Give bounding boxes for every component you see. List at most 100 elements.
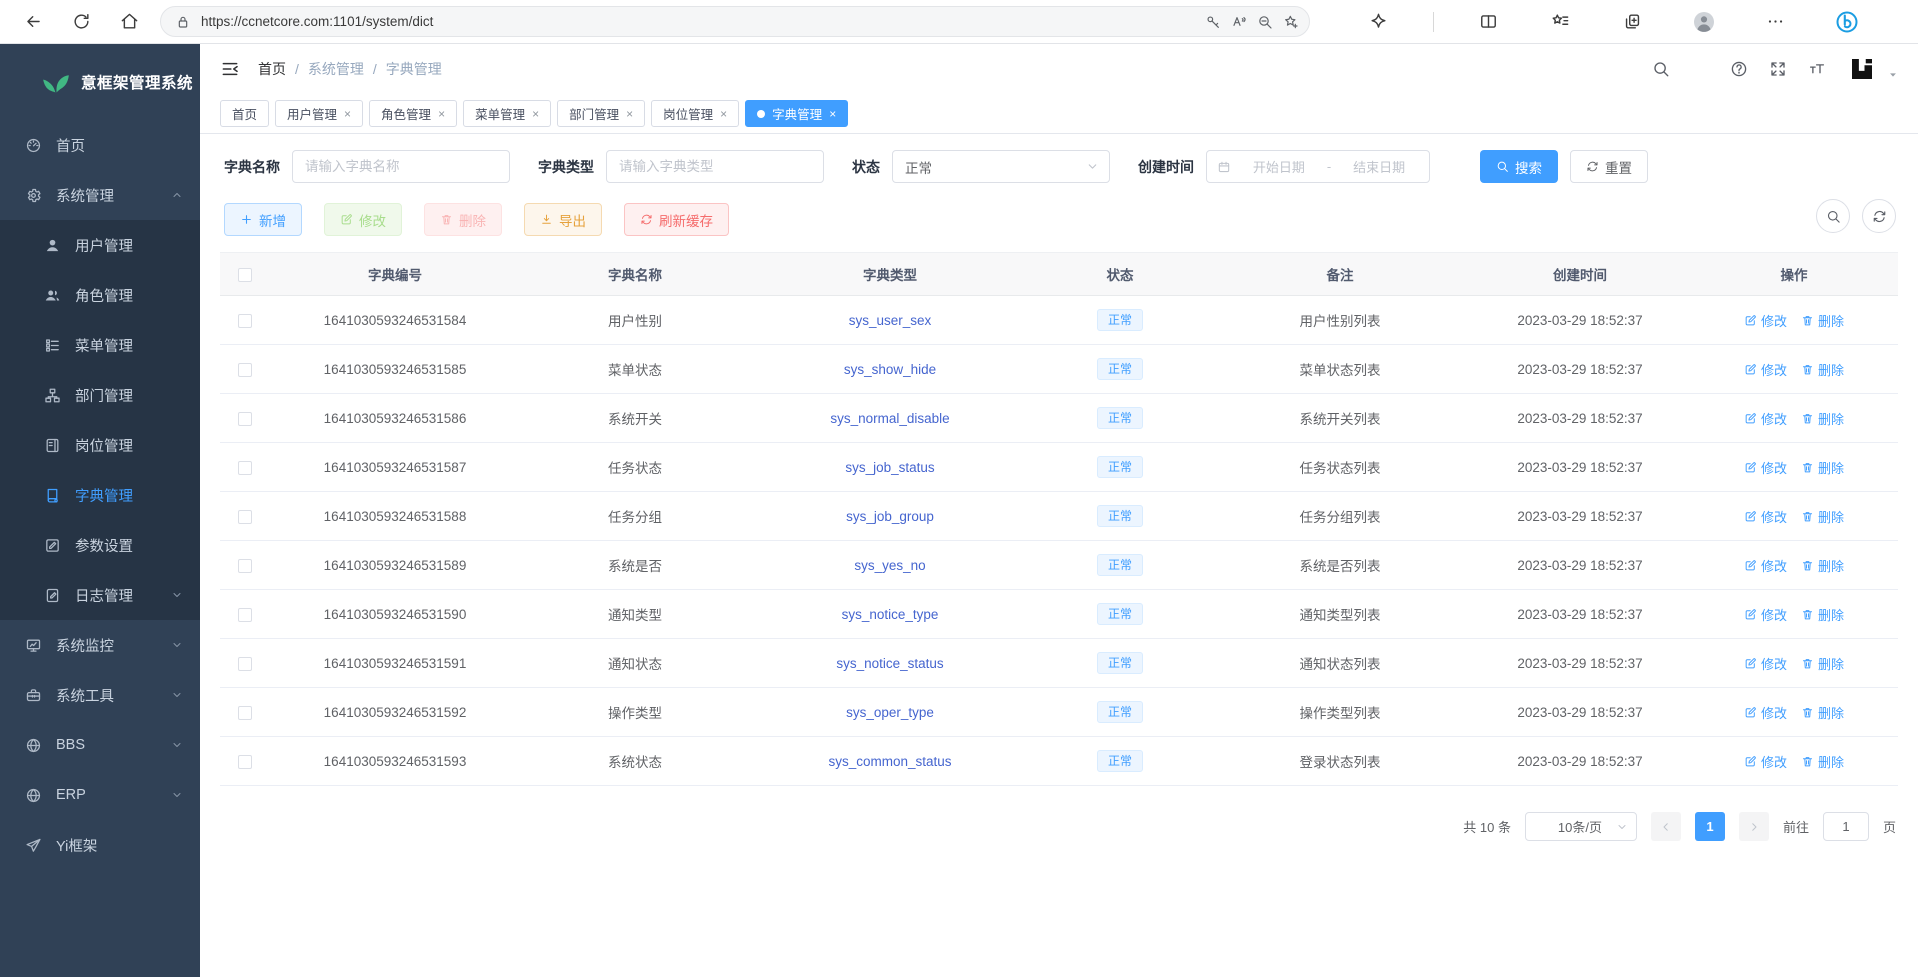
row-checkbox[interactable] (238, 510, 252, 524)
dict-type-link[interactable]: sys_job_status (845, 460, 934, 475)
sidebar-item-param[interactable]: 参数设置 (0, 520, 200, 570)
goto-page-input[interactable] (1823, 812, 1869, 841)
tab-menu[interactable]: 菜单管理× (463, 100, 551, 127)
tab-post[interactable]: 岗位管理× (651, 100, 739, 127)
page-size-select[interactable]: 10条/页 (1525, 812, 1637, 841)
row-edit-link[interactable]: 修改 (1744, 654, 1787, 673)
delete-button[interactable]: 删除 (424, 203, 502, 236)
breadcrumb-item[interactable]: 系统管理 (308, 59, 364, 79)
sidebar-item-user[interactable]: 用户管理 (0, 220, 200, 270)
row-checkbox[interactable] (238, 412, 252, 426)
user-avatar[interactable] (1847, 54, 1877, 84)
sidebar-item-post[interactable]: 岗位管理 (0, 420, 200, 470)
collections-icon[interactable] (1615, 5, 1649, 39)
row-checkbox[interactable] (238, 608, 252, 622)
row-checkbox[interactable] (238, 657, 252, 671)
refresh-cache-button[interactable]: 刷新缓存 (624, 203, 729, 236)
sidebar-item-dept[interactable]: 部门管理 (0, 370, 200, 420)
add-button[interactable]: 新增 (224, 203, 302, 236)
refresh-table-button[interactable] (1862, 199, 1896, 233)
more-menu-icon[interactable] (1759, 5, 1793, 39)
row-delete-link[interactable]: 删除 (1801, 556, 1844, 575)
row-delete-link[interactable]: 删除 (1801, 752, 1844, 771)
lock-icon[interactable] (175, 14, 191, 30)
close-icon[interactable]: × (829, 107, 836, 121)
browser-essentials-icon[interactable] (1362, 5, 1396, 39)
row-delete-link[interactable]: 删除 (1801, 507, 1844, 526)
sidebar-item-log[interactable]: 日志管理 (0, 570, 200, 620)
close-icon[interactable]: × (438, 107, 445, 121)
sidebar-item-menu[interactable]: 菜单管理 (0, 320, 200, 370)
favorites-icon[interactable] (1544, 5, 1578, 39)
tab-dept[interactable]: 部门管理× (557, 100, 645, 127)
home-icon[interactable] (112, 5, 146, 39)
copilot-bing-icon[interactable] (1830, 5, 1864, 39)
toggle-search-button[interactable] (1816, 199, 1850, 233)
row-edit-link[interactable]: 修改 (1744, 752, 1787, 771)
refresh-icon[interactable] (64, 5, 98, 39)
read-aloud-icon[interactable] (1231, 14, 1247, 30)
row-edit-link[interactable]: 修改 (1744, 703, 1787, 722)
status-select[interactable]: 正常 (892, 150, 1110, 183)
row-delete-link[interactable]: 删除 (1801, 311, 1844, 330)
dict-type-link[interactable]: sys_job_group (846, 509, 934, 524)
dict-type-link[interactable]: sys_common_status (828, 754, 951, 769)
dict-type-link[interactable]: sys_normal_disable (830, 411, 949, 426)
close-icon[interactable]: × (720, 107, 727, 121)
sidebar-item-tools[interactable]: 系统工具 (0, 670, 200, 720)
dict-type-link[interactable]: sys_user_sex (849, 313, 932, 328)
tab-user[interactable]: 用户管理× (275, 100, 363, 127)
next-page-button[interactable] (1739, 812, 1769, 841)
zoom-out-icon[interactable] (1257, 14, 1273, 30)
row-delete-link[interactable]: 删除 (1801, 605, 1844, 624)
breadcrumb-item[interactable]: 首页 (258, 59, 286, 79)
row-delete-link[interactable]: 删除 (1801, 360, 1844, 379)
tab-dict[interactable]: 字典管理× (745, 100, 848, 127)
dict-type-link[interactable]: sys_notice_type (842, 607, 939, 622)
dict-type-link[interactable]: sys_notice_status (836, 656, 943, 671)
dict-name-input[interactable] (292, 150, 510, 183)
help-icon[interactable] (1730, 60, 1748, 78)
sidebar-collapse-icon[interactable] (220, 59, 240, 79)
tab-role[interactable]: 角色管理× (369, 100, 457, 127)
date-range-picker[interactable]: 开始日期 - 结束日期 (1206, 150, 1430, 183)
sidebar-item-system[interactable]: 系统管理 (0, 170, 200, 220)
text-size-icon[interactable] (1808, 60, 1826, 78)
password-key-icon[interactable] (1205, 14, 1221, 30)
modify-button[interactable]: 修改 (324, 203, 402, 236)
fullscreen-icon[interactable] (1769, 60, 1787, 78)
row-edit-link[interactable]: 修改 (1744, 507, 1787, 526)
search-button[interactable]: 搜索 (1480, 150, 1558, 183)
row-checkbox[interactable] (238, 559, 252, 573)
row-edit-link[interactable]: 修改 (1744, 311, 1787, 330)
profile-avatar[interactable] (1687, 5, 1721, 39)
close-icon[interactable]: × (532, 107, 539, 121)
dict-type-link[interactable]: sys_show_hide (844, 362, 936, 377)
sidebar-item-monitor[interactable]: 系统监控 (0, 620, 200, 670)
sidebar-item-home[interactable]: 首页 (0, 120, 200, 170)
sidebar-item-yi[interactable]: Yi框架 (0, 820, 200, 870)
row-delete-link[interactable]: 删除 (1801, 654, 1844, 673)
header-search-icon[interactable] (1652, 60, 1670, 78)
sidebar-item-bbs[interactable]: BBS (0, 720, 200, 770)
row-edit-link[interactable]: 修改 (1744, 556, 1787, 575)
row-edit-link[interactable]: 修改 (1744, 605, 1787, 624)
row-delete-link[interactable]: 删除 (1801, 458, 1844, 477)
sidebar-item-erp[interactable]: ERP (0, 770, 200, 820)
favorite-add-icon[interactable] (1283, 14, 1299, 30)
back-icon[interactable] (16, 5, 50, 39)
row-checkbox[interactable] (238, 314, 252, 328)
row-checkbox[interactable] (238, 363, 252, 377)
reset-button[interactable]: 重置 (1570, 150, 1648, 183)
row-delete-link[interactable]: 删除 (1801, 409, 1844, 428)
sidebar-item-dict[interactable]: 字典管理 (0, 470, 200, 520)
row-edit-link[interactable]: 修改 (1744, 458, 1787, 477)
export-button[interactable]: 导出 (524, 203, 602, 236)
github-icon[interactable] (1691, 60, 1709, 78)
address-bar[interactable]: https://ccnetcore.com:1101/system/dict (160, 6, 1310, 37)
row-checkbox[interactable] (238, 706, 252, 720)
dict-type-link[interactable]: sys_oper_type (846, 705, 934, 720)
select-all-checkbox[interactable] (238, 268, 252, 282)
row-delete-link[interactable]: 删除 (1801, 703, 1844, 722)
close-icon[interactable]: × (626, 107, 633, 121)
